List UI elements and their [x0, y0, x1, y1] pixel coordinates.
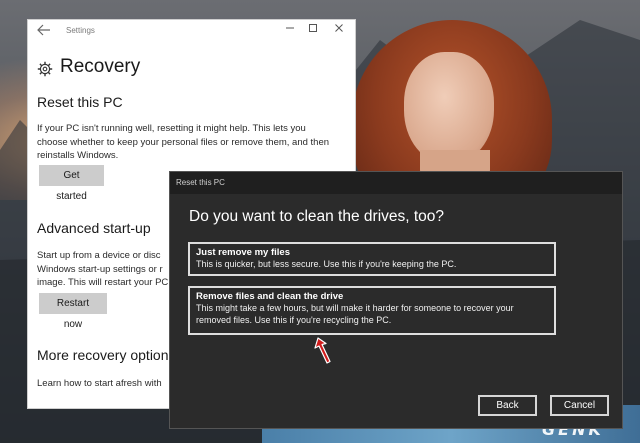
- option-remove-and-clean[interactable]: Remove files and clean the drive This mi…: [188, 286, 556, 335]
- back-arrow-icon[interactable]: [37, 24, 53, 38]
- dialog-title: Reset this PC: [176, 178, 225, 187]
- app-title: Settings: [66, 26, 95, 35]
- gear-icon: [37, 61, 53, 77]
- back-button[interactable]: Back: [478, 395, 537, 416]
- get-started-button[interactable]: Get started: [39, 165, 104, 202]
- advanced-startup-heading: Advanced start-up: [37, 220, 151, 236]
- more-recovery-heading: More recovery options: [37, 347, 176, 363]
- option-description: This might take a few hours, but will ma…: [196, 303, 514, 325]
- dialog-titlebar: Reset this PC: [170, 172, 622, 194]
- dialog-question: Do you want to clean the drives, too?: [189, 208, 445, 225]
- option-heading: Just remove my files: [196, 247, 290, 258]
- option-just-remove-files[interactable]: Just remove my files This is quicker, bu…: [188, 242, 556, 276]
- maximize-icon[interactable]: [304, 23, 322, 39]
- red-arrow-icon: [314, 337, 331, 364]
- restart-now-button[interactable]: Restart now: [39, 293, 107, 330]
- portrait-face: [404, 52, 494, 164]
- settings-titlebar: Settings: [28, 20, 355, 44]
- page-title: Recovery: [60, 56, 141, 77]
- reset-description: If your PC isn't running well, resetting…: [37, 123, 330, 161]
- cancel-button[interactable]: Cancel: [550, 395, 609, 416]
- option-description: This is quicker, but less secure. Use th…: [196, 259, 457, 269]
- close-icon[interactable]: [330, 23, 348, 39]
- minimize-icon[interactable]: [281, 23, 299, 39]
- option-heading: Remove files and clean the drive: [196, 291, 344, 302]
- reset-pc-dialog: Reset this PC Do you want to clean the d…: [169, 171, 623, 429]
- reset-heading: Reset this PC: [37, 94, 123, 110]
